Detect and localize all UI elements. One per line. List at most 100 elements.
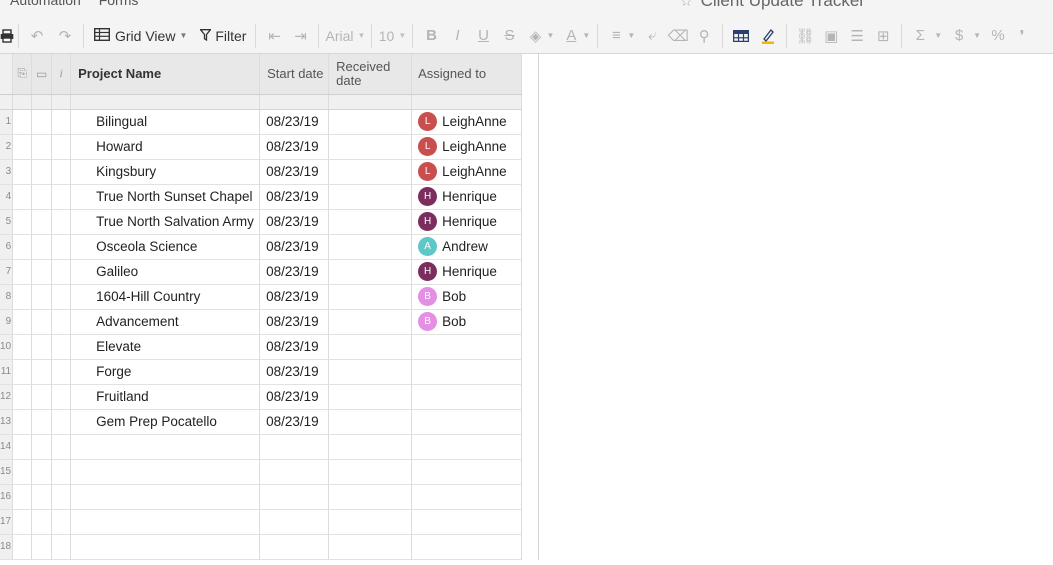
info-cell[interactable] xyxy=(51,409,72,435)
column-header-assigned-to[interactable]: Assigned to xyxy=(411,54,523,95)
received-date-cell[interactable] xyxy=(328,484,413,510)
info-cell[interactable] xyxy=(51,334,72,360)
bold-icon[interactable]: B xyxy=(420,23,442,49)
strikethrough-icon[interactable]: S xyxy=(498,23,520,49)
column-header-start-date[interactable]: Start date xyxy=(259,54,330,95)
document-title-text[interactable]: Client Update Tracker xyxy=(701,0,865,10)
comment-cell[interactable] xyxy=(31,409,53,435)
received-date-cell[interactable] xyxy=(328,109,413,135)
chevron-down-icon[interactable]: ▼ xyxy=(627,23,635,49)
comment-cell[interactable] xyxy=(31,309,53,335)
font-family-select[interactable]: Arial ▼ xyxy=(326,23,366,49)
received-date-cell[interactable] xyxy=(328,334,413,360)
project-name-cell[interactable] xyxy=(70,509,261,535)
assigned-to-cell[interactable]: L LeighAnne xyxy=(411,109,523,135)
start-date-cell[interactable]: 08/23/19 xyxy=(259,259,330,285)
row-number[interactable]: 7 xyxy=(0,259,14,285)
info-cell[interactable] xyxy=(51,259,72,285)
project-name-cell[interactable]: Osceola Science xyxy=(70,234,261,260)
attachment-cell[interactable] xyxy=(12,384,33,410)
comment-icon[interactable]: ▭ xyxy=(31,54,53,95)
outdent-icon[interactable]: ⇤ xyxy=(263,23,285,49)
table-row[interactable]: 7 Galileo 08/23/19 H Henrique xyxy=(0,259,523,285)
received-date-cell[interactable] xyxy=(328,209,413,235)
attachment-cell[interactable] xyxy=(12,209,33,235)
row-number[interactable]: 2 xyxy=(0,134,14,160)
info-cell[interactable] xyxy=(51,109,72,135)
comment-cell[interactable] xyxy=(31,534,53,560)
info-cell[interactable] xyxy=(51,159,72,185)
chevron-down-icon[interactable]: ▼ xyxy=(546,23,554,49)
row-number[interactable]: 13 xyxy=(0,409,14,435)
row-number[interactable]: 11 xyxy=(0,359,14,385)
redo-icon[interactable]: ↷ xyxy=(54,23,76,49)
info-cell[interactable] xyxy=(51,209,72,235)
comment-cell[interactable] xyxy=(31,359,53,385)
table-row[interactable]: 15 xyxy=(0,459,523,485)
attachment-cell[interactable] xyxy=(12,484,33,510)
project-name-cell[interactable]: 1604-Hill Country xyxy=(70,284,261,310)
align-icon[interactable]: ≡ xyxy=(605,23,627,49)
comment-cell[interactable] xyxy=(31,284,53,310)
received-date-cell[interactable] xyxy=(328,409,413,435)
assigned-to-cell[interactable] xyxy=(411,359,523,385)
project-name-cell[interactable] xyxy=(70,484,261,510)
comment-cell[interactable] xyxy=(31,134,53,160)
comment-cell[interactable] xyxy=(31,259,53,285)
assigned-to-cell[interactable] xyxy=(411,459,523,485)
received-date-cell[interactable] xyxy=(328,134,413,160)
start-date-cell[interactable] xyxy=(259,484,330,510)
attachment-cell[interactable] xyxy=(12,359,33,385)
start-date-cell[interactable] xyxy=(259,509,330,535)
project-name-cell[interactable] xyxy=(70,534,261,560)
project-name-cell[interactable]: True North Sunset Chapel xyxy=(70,184,261,210)
received-date-cell[interactable] xyxy=(328,359,413,385)
row-number[interactable]: 15 xyxy=(0,459,14,485)
table-row[interactable]: 13 Gem Prep Pocatello 08/23/19 xyxy=(0,409,523,435)
info-cell[interactable] xyxy=(51,134,72,160)
table-row[interactable]: 10 Elevate 08/23/19 xyxy=(0,334,523,360)
start-date-cell[interactable]: 08/23/19 xyxy=(259,409,330,435)
table-row[interactable]: 1 Bilingual 08/23/19 L LeighAnne xyxy=(0,109,523,135)
start-date-cell[interactable] xyxy=(259,459,330,485)
start-date-cell[interactable]: 08/23/19 xyxy=(259,159,330,185)
info-cell[interactable] xyxy=(51,309,72,335)
start-date-cell[interactable]: 08/23/19 xyxy=(259,359,330,385)
favorite-star-icon[interactable]: ☆ xyxy=(680,0,693,9)
start-date-cell[interactable]: 08/23/19 xyxy=(259,234,330,260)
attachment-cell[interactable] xyxy=(12,534,33,560)
row-number[interactable]: 1 xyxy=(0,109,14,135)
percent-icon[interactable]: % xyxy=(987,23,1009,49)
assigned-to-cell[interactable] xyxy=(411,534,523,560)
menu-item-forms[interactable]: Forms xyxy=(99,0,139,8)
attachment-cell[interactable] xyxy=(12,109,33,135)
attachment-cell[interactable] xyxy=(12,234,33,260)
table-row[interactable]: 18 xyxy=(0,534,523,560)
assigned-to-cell[interactable]: H Henrique xyxy=(411,209,523,235)
filter-button[interactable]: Filter xyxy=(199,23,246,49)
attachment-cell[interactable] xyxy=(12,334,33,360)
info-cell[interactable] xyxy=(51,384,72,410)
attachment-cell[interactable] xyxy=(12,309,33,335)
assigned-to-cell[interactable]: B Bob xyxy=(411,284,523,310)
received-date-cell[interactable] xyxy=(328,259,413,285)
print-icon[interactable] xyxy=(0,23,14,49)
row-number[interactable]: 4 xyxy=(0,184,14,210)
comment-cell[interactable] xyxy=(31,509,53,535)
start-date-cell[interactable]: 08/23/19 xyxy=(259,284,330,310)
received-date-cell[interactable] xyxy=(328,284,413,310)
received-date-cell[interactable] xyxy=(328,309,413,335)
row-number[interactable]: 17 xyxy=(0,509,14,535)
received-date-cell[interactable] xyxy=(328,159,413,185)
assigned-to-cell[interactable] xyxy=(411,409,523,435)
received-date-cell[interactable] xyxy=(328,234,413,260)
comment-cell[interactable] xyxy=(31,184,53,210)
row-number-header[interactable] xyxy=(0,54,14,95)
row-number[interactable]: 10 xyxy=(0,334,14,360)
comment-cell[interactable] xyxy=(31,234,53,260)
info-icon[interactable]: i xyxy=(51,54,72,95)
project-name-cell[interactable]: Forge xyxy=(70,359,261,385)
table-row[interactable]: 8 1604-Hill Country 08/23/19 B Bob xyxy=(0,284,523,310)
format-painter-icon[interactable]: ⚲ xyxy=(693,23,715,49)
start-date-cell[interactable]: 08/23/19 xyxy=(259,109,330,135)
